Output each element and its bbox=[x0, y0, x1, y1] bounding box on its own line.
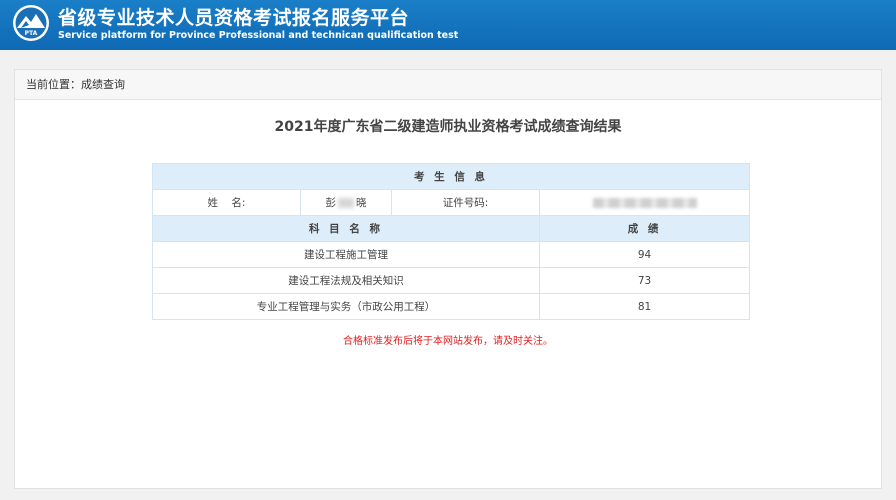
column-header-row: 科 目 名 称 成 绩 bbox=[152, 215, 751, 242]
subject-header: 科 目 名 称 bbox=[152, 215, 540, 242]
site-subtitle: Service platform for Province Profession… bbox=[58, 30, 459, 41]
site-title: 省级专业技术人员资格考试报名服务平台 bbox=[58, 7, 410, 29]
redaction-blur bbox=[338, 198, 354, 208]
score-table: 考 生 信 息 姓 名: 彭晓 证件号码: 科 目 名 称 成 绩 建设工程施工… bbox=[151, 163, 751, 320]
site-header: PTA 省级专业技术人员资格考试报名服务平台 Service platform … bbox=[0, 0, 896, 50]
name-first-char: 彭 bbox=[325, 197, 337, 209]
name-last-char: 晓 bbox=[356, 197, 367, 209]
subject-score: 81 bbox=[538, 293, 751, 320]
id-label: 证件号码: bbox=[391, 189, 540, 216]
content-panel: 当前位置：成绩查询 2021年度广东省二级建造师执业资格考试成绩查询结果 考 生… bbox=[14, 69, 882, 489]
candidate-info-row: 姓 名: 彭晓 证件号码: bbox=[152, 189, 751, 216]
pta-logo-icon: PTA bbox=[13, 5, 49, 41]
table-row: 建设工程法规及相关知识 73 bbox=[152, 267, 751, 294]
table-row: 专业工程管理与实务（市政公用工程） 81 bbox=[152, 293, 751, 320]
name-label: 姓 名: bbox=[152, 189, 301, 216]
page-title: 2021年度广东省二级建造师执业资格考试成绩查询结果 bbox=[274, 119, 622, 135]
breadcrumb: 当前位置：成绩查询 bbox=[15, 70, 881, 100]
score-header: 成 绩 bbox=[538, 215, 751, 242]
subject-name: 建设工程施工管理 bbox=[152, 241, 540, 268]
subject-name: 建设工程法规及相关知识 bbox=[152, 267, 540, 294]
id-value bbox=[538, 189, 751, 216]
table-row: 建设工程施工管理 94 bbox=[152, 241, 751, 268]
name-value: 彭晓 bbox=[300, 189, 392, 216]
subject-score: 73 bbox=[538, 267, 751, 294]
notice-text: 合格标准发布后将于本网站发布，请及时关注。 bbox=[343, 336, 553, 347]
id-redaction-blur bbox=[592, 197, 697, 208]
logo-text: PTA bbox=[25, 30, 38, 37]
subject-name: 专业工程管理与实务（市政公用工程） bbox=[152, 293, 540, 320]
section-header: 考 生 信 息 bbox=[151, 163, 751, 190]
subject-score: 94 bbox=[538, 241, 751, 268]
section-header-row: 考 生 信 息 bbox=[151, 163, 751, 190]
